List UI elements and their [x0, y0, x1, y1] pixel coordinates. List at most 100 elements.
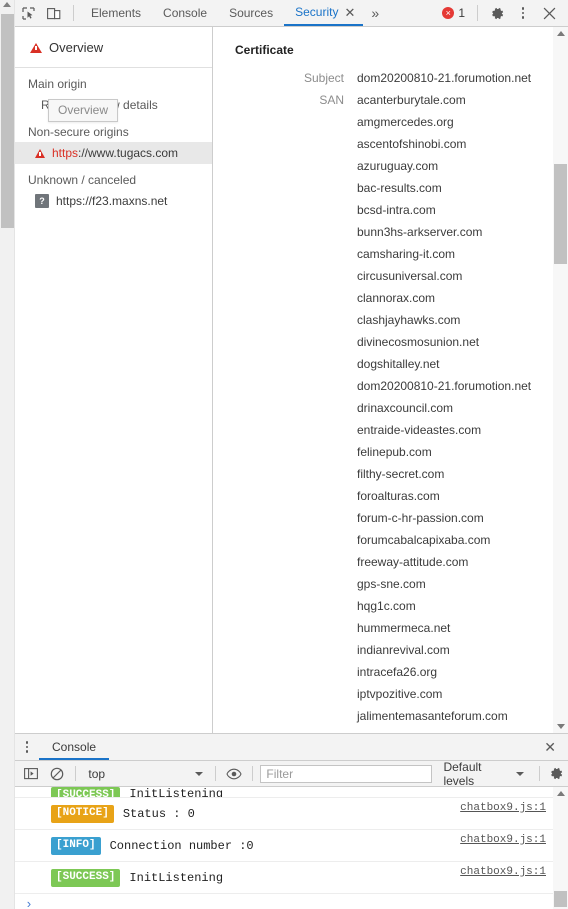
vertical-dots-icon[interactable] — [15, 735, 39, 759]
chevron-down-icon — [516, 771, 525, 776]
scroll-down-arrow-icon[interactable] — [556, 724, 565, 729]
sidebar-item-label: https://f23.maxns.net — [56, 194, 168, 208]
certificate-san-value: foroalturas.com — [357, 489, 440, 503]
console-message-text: InitListening — [129, 870, 224, 885]
certificate-san-value: filthy-secret.com — [357, 467, 445, 481]
certificate-san-value: felinepub.com — [357, 445, 432, 459]
sidebar-item-tugacs[interactable]: https://www.tugacs.com — [15, 142, 212, 164]
console-prompt[interactable]: › — [15, 894, 568, 909]
scroll-up-arrow-icon[interactable] — [556, 791, 565, 796]
origin-host-text: ://www.tugacs.com — [78, 146, 179, 160]
console-message[interactable]: [NOTICE] Status : 0 chatbox9.js:1 — [15, 798, 568, 830]
certificate-san-value: gps-sne.com — [357, 577, 426, 591]
console-message-list: [SUCCESS] InitListening [NOTICE] Status : 0… — [15, 787, 568, 909]
certificate-san-value: dom20200810-21.forumotion.net — [357, 379, 532, 393]
gear-icon[interactable] — [484, 0, 510, 26]
chevron-down-icon — [194, 771, 203, 776]
page-scrollbar[interactable] — [0, 0, 15, 909]
certificate-san-value: freeway-attitude.com — [357, 555, 469, 569]
close-drawer-icon[interactable]: ✕ — [532, 739, 568, 756]
console-message[interactable]: [SUCCESS] InitListening — [15, 787, 568, 798]
more-tabs-icon[interactable]: » — [363, 6, 387, 20]
certificate-san-value: jalimentemasanteforum.com — [357, 709, 508, 723]
tab-console[interactable]: Console — [152, 0, 218, 26]
certificate-san-value: ascentofshinobi.com — [357, 137, 467, 151]
close-icon[interactable]: ✕ — [344, 6, 355, 19]
scroll-up-arrow-icon[interactable] — [3, 2, 11, 7]
console-message-text: InitListening — [129, 787, 224, 798]
certificate-subject-label: Subject — [303, 71, 344, 85]
scroll-up-arrow-icon[interactable] — [556, 31, 565, 36]
console-message[interactable]: [SUCCESS] InitListening chatbox9.js:1 — [15, 862, 568, 894]
certificate-san-value: circusuniversal.com — [357, 269, 463, 283]
console-scrollbar-thumb[interactable] — [554, 891, 567, 907]
filter-input[interactable] — [260, 764, 433, 783]
insecure-scheme-text: https — [52, 146, 79, 160]
console-toolbar-divider-4 — [539, 766, 541, 781]
certificate-san-value: acanterburytale.com — [357, 93, 466, 107]
page-scrollbar-thumb[interactable] — [1, 14, 14, 228]
error-count-badge[interactable]: × 1 — [442, 6, 465, 20]
toolbar-right-group: × 1 — [442, 0, 568, 26]
certificate-san-value: hqg1c.com — [357, 599, 416, 613]
certificate-san-value: hummermeca.net — [357, 621, 451, 635]
console-scrollbar[interactable] — [553, 787, 568, 909]
live-expression-icon[interactable] — [223, 762, 246, 786]
console-messages-container: [SUCCESS] InitListening [NOTICE] Status : 0… — [15, 787, 568, 894]
sidebar-item-overview[interactable]: Overview — [15, 36, 212, 59]
clear-console-icon[interactable] — [46, 762, 69, 786]
certificate-scrollbar[interactable] — [553, 27, 568, 733]
certificate-subject-row: Subject dom20200810-21.forumotion.net — [235, 67, 568, 89]
gear-icon[interactable] — [544, 762, 568, 786]
log-levels-label: Default levels — [443, 759, 482, 788]
certificate-san-value: forumcabalcapixaba.com — [357, 533, 491, 547]
console-message-source-link[interactable]: chatbox9.js:1 — [460, 834, 546, 846]
device-toolbar-icon[interactable] — [41, 0, 67, 26]
certificate-san-value: clannorax.com — [357, 291, 436, 305]
console-message-source-link[interactable]: chatbox9.js:1 — [460, 802, 546, 814]
execution-context-value: top — [88, 766, 106, 781]
console-sidebar-icon[interactable] — [20, 762, 43, 786]
console-toolbar-right — [535, 762, 568, 786]
prompt-caret-icon: › — [25, 897, 33, 909]
console-message[interactable]: [INFO] Connection number :0 chatbox9.js:1 — [15, 830, 568, 862]
console-message-source-link[interactable]: chatbox9.js:1 — [460, 866, 546, 878]
certificate-san-value: bcsd-intra.com — [357, 203, 436, 217]
certificate-san-value: intracefa26.org — [357, 665, 438, 679]
certificate-scrollbar-thumb[interactable] — [554, 164, 567, 264]
sidebar-item-f23-maxns[interactable]: ? https://f23.maxns.net — [15, 190, 212, 212]
console-message-text: Status : 0 — [122, 806, 195, 821]
certificate-san-value: bunn3hs-arkserver.com — [357, 225, 483, 239]
tab-security[interactable]: Security ✕ — [284, 0, 364, 26]
execution-context-select[interactable]: top — [83, 767, 207, 781]
security-panel: Overview Main origin Reload to view deta… — [15, 27, 568, 733]
console-drawer: Console ✕ top Filter Default levels [SUC… — [15, 733, 568, 909]
console-toolbar-divider-3 — [252, 766, 254, 781]
console-level-badge: [INFO] — [51, 836, 101, 855]
certificate-san-value: forum-c-hr-passion.com — [357, 511, 484, 525]
certificate-title: Certificate — [235, 43, 294, 57]
sidebar-item-label: https://www.tugacs.com — [52, 146, 178, 160]
certificate-san-value: iptvpozitive.com — [357, 687, 443, 701]
sidebar-group-unknown-canceled: Unknown / canceled — [28, 173, 137, 187]
vertical-dots-icon[interactable] — [510, 0, 536, 26]
close-devtools-icon[interactable] — [536, 0, 562, 26]
certificate-san-label: SAN — [319, 93, 344, 107]
console-level-badge: [NOTICE] — [51, 804, 114, 823]
certificate-san-value: drinaxcouncil.com — [357, 401, 454, 415]
certificate-san-value: entraide-videastes.com — [357, 423, 482, 437]
certificate-view: Certificate Subject dom20200810-21.forum… — [213, 27, 568, 733]
certificate-san-value: divinecosmosunion.net — [357, 335, 480, 349]
error-icon: × — [442, 7, 455, 19]
tab-elements[interactable]: Elements — [80, 0, 152, 26]
certificate-san-value: dogshitalley.net — [357, 357, 440, 371]
tab-sources[interactable]: Sources — [218, 0, 284, 26]
console-toolbar: top Default levels — [15, 760, 568, 788]
drawer-tabbar: Console ✕ — [15, 734, 568, 761]
error-count-label: 1 — [458, 6, 465, 20]
inspect-element-icon[interactable] — [15, 0, 41, 26]
drawer-tab-console[interactable]: Console — [39, 734, 110, 760]
log-levels-select[interactable]: Default levels — [435, 760, 532, 788]
certificate-san-row: SAN acanterburytale.com amgmercedes.org as… — [235, 89, 568, 733]
certificate-san-value: amgmercedes.org — [357, 115, 454, 129]
